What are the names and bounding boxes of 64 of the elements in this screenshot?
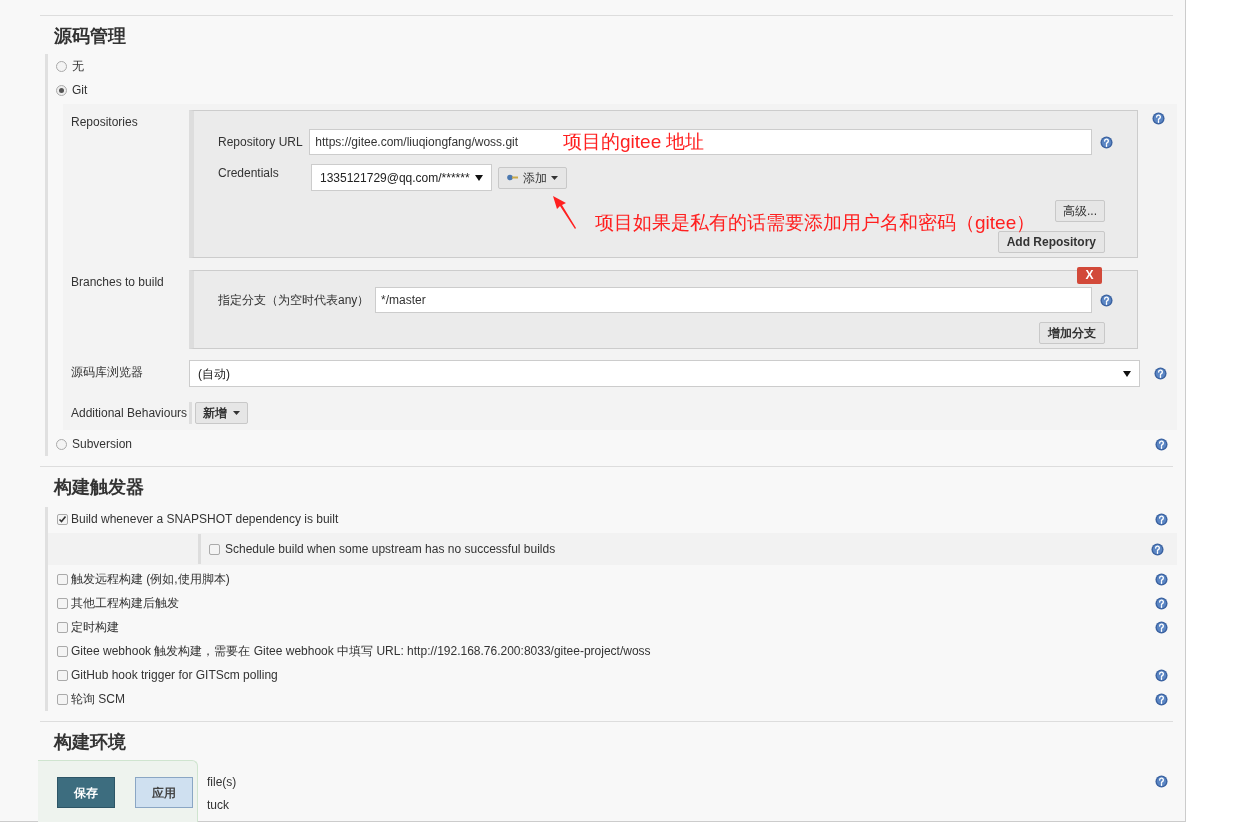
help-icon[interactable] bbox=[1100, 293, 1113, 307]
help-icon[interactable] bbox=[1152, 112, 1165, 125]
help-icon[interactable] bbox=[1155, 668, 1168, 682]
help-icon[interactable] bbox=[1154, 367, 1167, 380]
add-credentials-button[interactable]: 添加 bbox=[498, 166, 567, 189]
help-icon[interactable] bbox=[1155, 596, 1168, 610]
radio-button[interactable] bbox=[56, 60, 67, 72]
field-label: 源码库浏览器 bbox=[70, 364, 144, 381]
annotation-arrow bbox=[551, 194, 577, 231]
option-label: 无 bbox=[72, 58, 84, 75]
dropdown-arrow-icon bbox=[475, 174, 483, 181]
trigger-label: GitHub hook trigger for GITScm polling bbox=[71, 667, 278, 684]
caret-icon bbox=[233, 411, 240, 415]
environment-label: tuck bbox=[207, 796, 229, 814]
add-behaviour-button[interactable]: 新增 bbox=[195, 402, 248, 424]
help-icon[interactable] bbox=[1155, 692, 1168, 706]
checkbox[interactable] bbox=[57, 645, 68, 657]
checkbox[interactable] bbox=[57, 693, 68, 705]
environment-label: file(s) bbox=[207, 773, 237, 791]
checkbox[interactable] bbox=[57, 597, 68, 609]
checkbox[interactable] bbox=[57, 621, 68, 633]
credentials-select[interactable]: 1335121729@qq.com/****** bbox=[311, 164, 492, 191]
dropdown-arrow-icon bbox=[1123, 370, 1131, 377]
trigger-label: Build whenever a SNAPSHOT dependency is built bbox=[71, 511, 339, 528]
help-icon[interactable] bbox=[1155, 620, 1168, 634]
repository-browser-select[interactable]: (自动) bbox=[189, 360, 1140, 387]
trigger-label: 定时构建 bbox=[71, 619, 119, 636]
trigger-label: Gitee webhook 触发构建，需要在 Gitee webhook 中填写 URL: http://192.168.76.200:8033/gitee-project/woss bbox=[71, 643, 651, 660]
radio-button[interactable] bbox=[56, 84, 67, 96]
help-icon[interactable] bbox=[1151, 542, 1164, 556]
annotation: 项目的gitee 地址 bbox=[563, 130, 705, 154]
option-label: Git bbox=[72, 82, 88, 99]
section-heading: 源码管理 bbox=[54, 25, 127, 48]
help-icon[interactable] bbox=[1155, 572, 1168, 586]
help-icon[interactable] bbox=[1100, 135, 1113, 149]
checkbox[interactable] bbox=[209, 543, 220, 555]
delete-button[interactable]: X bbox=[1077, 267, 1102, 284]
field-label: 指定分支（为空时代表any） bbox=[218, 292, 371, 309]
trigger-label: 其他工程构建后触发 bbox=[71, 595, 179, 612]
field-label: Credentials bbox=[218, 165, 280, 182]
field-label: Repositories bbox=[70, 114, 139, 131]
section-heading: 构建触发器 bbox=[54, 476, 145, 499]
help-icon[interactable] bbox=[1155, 512, 1168, 526]
checkbox[interactable] bbox=[57, 669, 68, 681]
branch-specifier-field[interactable]: */master bbox=[375, 287, 1092, 313]
save-button[interactable]: 保存 bbox=[57, 777, 115, 808]
add-branch-button[interactable]: 增加分支 bbox=[1039, 322, 1105, 344]
trigger-label: Schedule build when some upstream has no successful builds bbox=[225, 541, 556, 558]
checkbox[interactable] bbox=[57, 573, 68, 585]
key-icon bbox=[507, 174, 519, 181]
section-heading: 构建环境 bbox=[54, 731, 127, 754]
field-label: Branches to build bbox=[70, 274, 165, 291]
help-icon[interactable] bbox=[1155, 437, 1168, 451]
trigger-label: 触发远程构建 (例如,使用脚本) bbox=[71, 571, 230, 588]
caret-icon bbox=[551, 175, 558, 180]
trigger-label: 轮询 SCM bbox=[71, 691, 125, 708]
field-label: Additional Behaviours bbox=[70, 405, 189, 422]
advanced-button[interactable]: 高级... bbox=[1055, 200, 1105, 222]
apply-button[interactable]: 应用 bbox=[135, 777, 193, 808]
field-label: Repository URL bbox=[218, 134, 304, 151]
checkbox[interactable] bbox=[57, 513, 68, 525]
option-label: Subversion bbox=[72, 436, 133, 453]
help-icon[interactable] bbox=[1155, 775, 1168, 788]
radio-button[interactable] bbox=[56, 438, 67, 450]
